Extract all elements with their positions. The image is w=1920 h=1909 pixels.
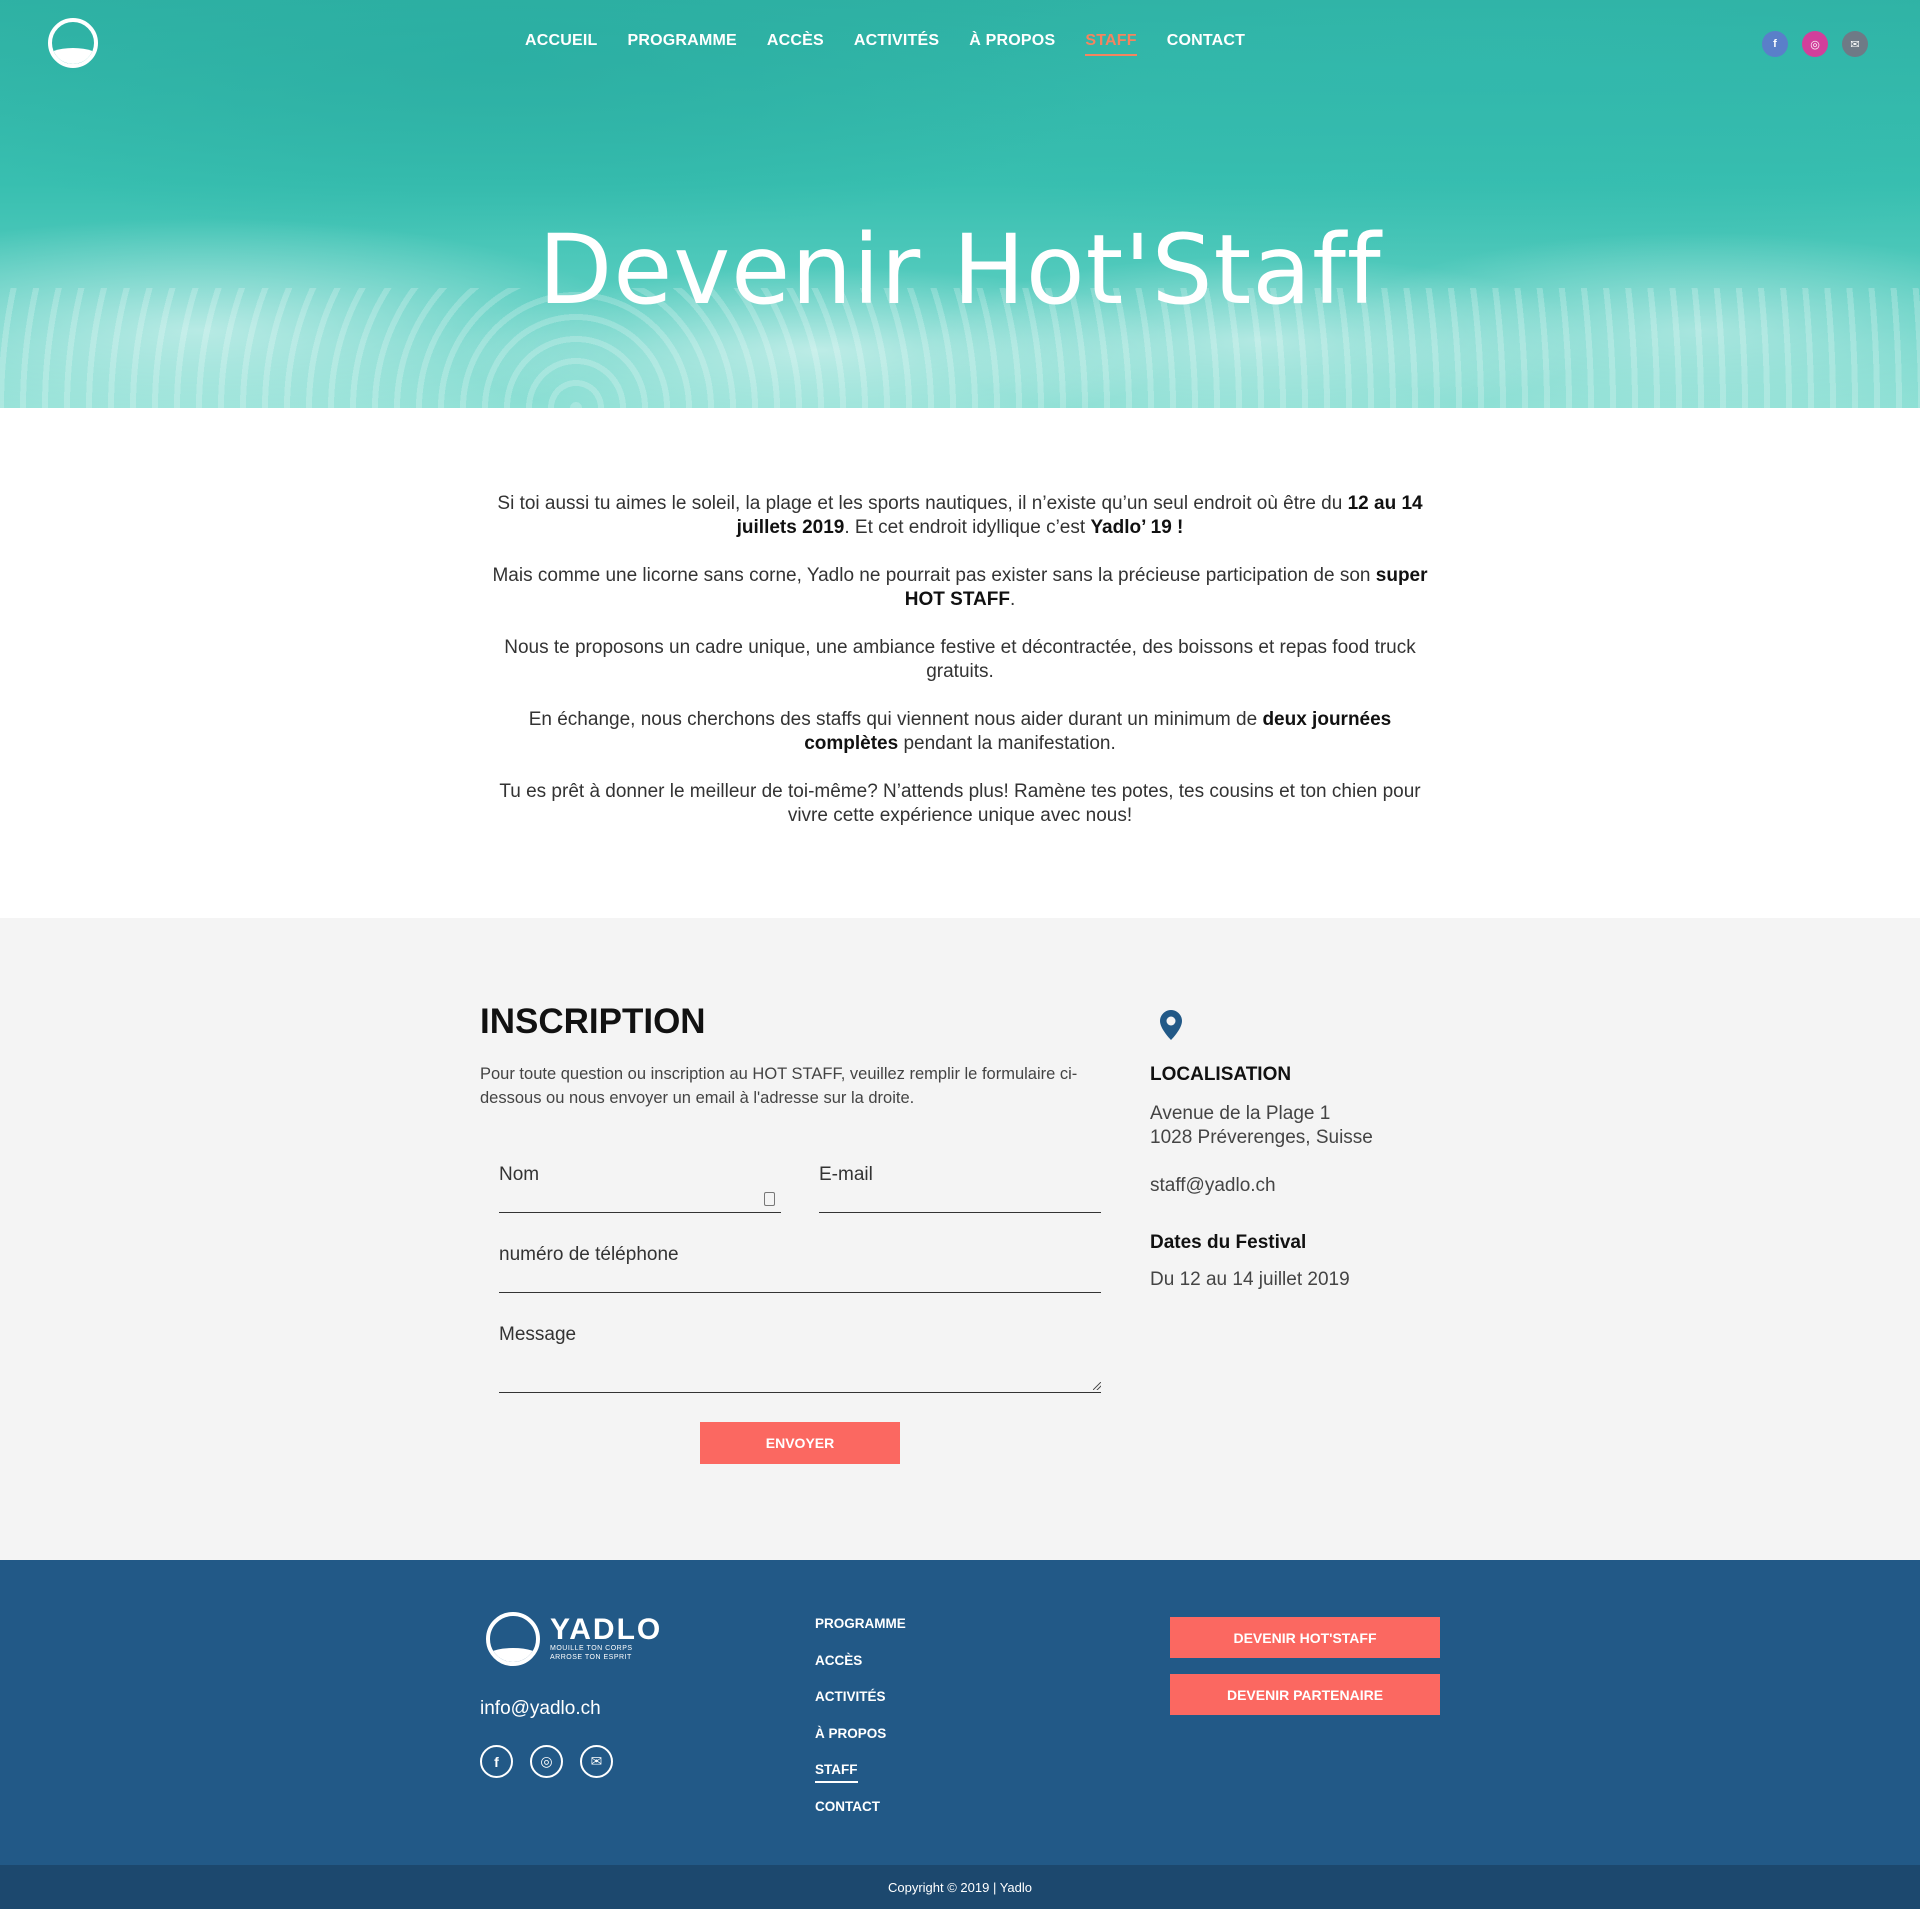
footer-link-label: STAFF xyxy=(815,1762,858,1783)
festival-dates: Du 12 au 14 juillet 2019 xyxy=(1150,1269,1350,1290)
staff-email[interactable]: staff@yadlo.ch xyxy=(1150,1174,1276,1198)
main-nav: ACCUEIL PROGRAMME ACCÈS ACTIVITÉS À PROP… xyxy=(525,32,1275,56)
footer-link-programme[interactable]: PROGRAMME xyxy=(815,1616,906,1653)
email-label: E-mail xyxy=(819,1164,873,1185)
intro-text: En échange, nous cherchons des staffs qu… xyxy=(528,709,1263,730)
intro-paragraph: Si toi aussi tu aimes le soleil, la plag… xyxy=(480,492,1440,540)
footer-brand: YADLO MOUILLE TON CORPS ARROSE TON ESPRI… xyxy=(550,1613,663,1662)
yadlo-logo-icon xyxy=(486,1612,540,1666)
site-footer: YADLO MOUILLE TON CORPS ARROSE TON ESPRI… xyxy=(0,1560,1920,1865)
footer-link-contact[interactable]: CONTACT xyxy=(815,1799,880,1836)
nav-item-programme[interactable]: PROGRAMME xyxy=(628,32,737,56)
email-icon[interactable]: ✉ xyxy=(1842,31,1868,57)
address-line-2: 1028 Préverenges, Suisse xyxy=(1150,1127,1373,1148)
name-label: Nom xyxy=(499,1164,540,1185)
footer-social-links: f ◎ ✉ xyxy=(480,1745,613,1778)
festival-dates-title: Dates du Festival xyxy=(1150,1232,1307,1253)
footer-link-acces[interactable]: ACCÈS xyxy=(815,1653,862,1690)
facebook-icon[interactable]: f xyxy=(480,1745,513,1778)
footer-link-label: À PROPOS xyxy=(815,1725,887,1741)
nav-item-staff[interactable]: STAFF xyxy=(1085,32,1138,56)
footer-link-label: CONTACT xyxy=(815,1798,880,1814)
phone-label: numéro de téléphone xyxy=(499,1244,679,1265)
instagram-icon[interactable]: ◎ xyxy=(1802,31,1828,57)
footer-link-staff[interactable]: STAFF xyxy=(815,1762,858,1799)
devenir-hotstaff-button[interactable]: DEVENIR HOT'STAFF xyxy=(1170,1617,1440,1658)
intro-paragraph: Nous te proposons un cadre unique, une a… xyxy=(504,637,1416,682)
nav-item-activites[interactable]: ACTIVITÉS xyxy=(854,32,939,56)
intro-paragraph: Tu es prêt à donner le meilleur de toi-m… xyxy=(499,781,1421,826)
nav-item-contact[interactable]: CONTACT xyxy=(1167,32,1245,56)
intro-section: Si toi aussi tu aimes le soleil, la plag… xyxy=(0,408,1920,918)
phone-field[interactable]: numéro de téléphone xyxy=(499,1244,1101,1293)
inscription-title: INSCRIPTION xyxy=(480,1002,706,1041)
inscription-section: INSCRIPTION Pour toute question ou inscr… xyxy=(0,918,1920,1560)
site-logo-icon[interactable] xyxy=(48,18,98,68)
intro-text: pendant la manifestation. xyxy=(898,733,1116,754)
instagram-icon[interactable]: ◎ xyxy=(530,1745,563,1778)
location-pin-icon xyxy=(1160,1010,1182,1040)
copyright-bar: Copyright © 2019 | Yadlo xyxy=(0,1865,1920,1909)
intro-text: . xyxy=(1009,589,1016,610)
message-textarea[interactable]: Message xyxy=(499,1324,1101,1393)
page-title: Devenir Hot'Staff xyxy=(538,214,1382,327)
brand-name: YADLO xyxy=(550,1613,663,1646)
intro-highlight: Yadlo’ 19 ! xyxy=(1090,517,1184,538)
devenir-partenaire-button[interactable]: DEVENIR PARTENAIRE xyxy=(1170,1674,1440,1715)
intro-paragraph: Mais comme une licorne sans corne, Yadlo… xyxy=(480,564,1440,612)
resize-handle-icon[interactable] xyxy=(1093,1382,1101,1390)
nav-item-a-propos[interactable]: À PROPOS xyxy=(969,32,1055,56)
contact-card-icon xyxy=(764,1192,775,1206)
footer-link-a-propos[interactable]: À PROPOS xyxy=(815,1726,886,1763)
intro-paragraph: En échange, nous cherchons des staffs qu… xyxy=(480,708,1440,756)
footer-nav: PROGRAMME ACCÈS ACTIVITÉS À PROPOS STAFF… xyxy=(815,1616,906,1835)
email-icon[interactable]: ✉ xyxy=(580,1745,613,1778)
email-field[interactable]: E-mail xyxy=(819,1164,1101,1213)
footer-link-label: ACTIVITÉS xyxy=(815,1689,886,1704)
nav-item-accueil[interactable]: ACCUEIL xyxy=(525,32,598,56)
footer-link-activites[interactable]: ACTIVITÉS xyxy=(815,1689,886,1726)
footer-link-label: ACCÈS xyxy=(815,1652,863,1668)
intro-text: . Et cet endroit idyllique c’est xyxy=(844,517,1091,538)
brand-tagline-2: ARROSE TON ESPRIT xyxy=(550,1654,632,1661)
address-line-1: Avenue de la Plage 1 xyxy=(1150,1103,1331,1124)
hero-banner: ACCUEIL PROGRAMME ACCÈS ACTIVITÉS À PROP… xyxy=(0,0,1920,408)
header-social-links: f ◎ ✉ xyxy=(1762,31,1868,57)
footer-logo[interactable]: YADLO MOUILLE TON CORPS ARROSE TON ESPRI… xyxy=(486,1612,662,1666)
localisation-title: LOCALISATION xyxy=(1150,1064,1292,1085)
message-label: Message xyxy=(499,1324,577,1345)
footer-email[interactable]: info@yadlo.ch xyxy=(480,1698,601,1720)
send-button[interactable]: ENVOYER xyxy=(700,1422,900,1464)
footer-link-label: PROGRAMME xyxy=(815,1616,906,1631)
nav-item-acces[interactable]: ACCÈS xyxy=(767,32,824,56)
intro-text: Mais comme une licorne sans corne, Yadlo… xyxy=(492,565,1376,586)
inscription-description: Pour toute question ou inscription au HO… xyxy=(480,1065,1078,1107)
facebook-icon[interactable]: f xyxy=(1762,31,1788,57)
intro-text: Si toi aussi tu aimes le soleil, la plag… xyxy=(497,493,1348,514)
name-field[interactable]: Nom xyxy=(499,1164,781,1213)
